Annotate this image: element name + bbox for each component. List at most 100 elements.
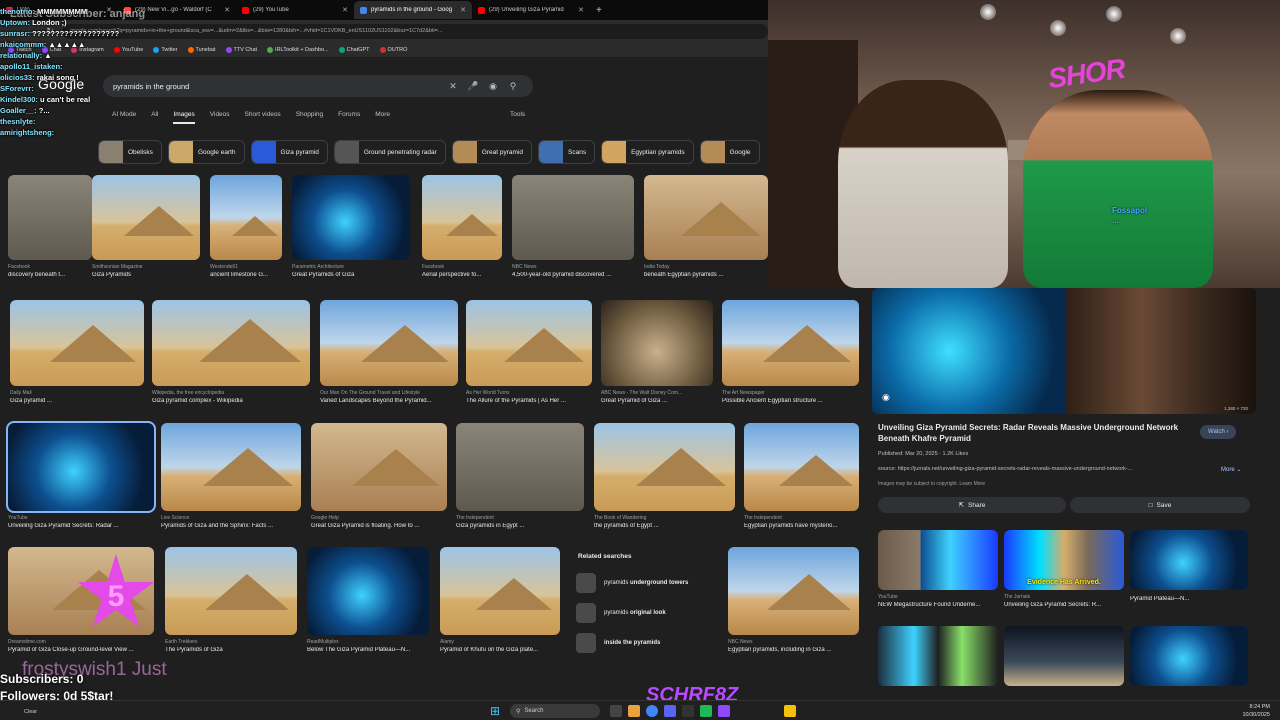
search-tab[interactable]: Short videos <box>245 111 281 124</box>
image-result[interactable]: Facebook Aerial perspective fo... <box>422 175 502 278</box>
image-result[interactable]: NBC News 4,500-year-old pyramid discovere… <box>512 175 634 278</box>
image-result[interactable]: ABC News - The Walt Disney Com... Great P… <box>601 300 713 404</box>
search-tab[interactable]: Forums <box>338 111 360 124</box>
result-image[interactable] <box>456 423 584 511</box>
image-result[interactable]: Daily Mail Giza pyramid ... <box>10 300 144 404</box>
image-result[interactable]: Google Help Great Giza Pyramid is floatin… <box>311 423 447 529</box>
close-tab-icon[interactable]: ✕ <box>224 6 230 14</box>
lens-icon[interactable]: ◉ <box>882 392 890 403</box>
image-result[interactable]: Wikipedia, the free encyclopedia Giza pyr… <box>152 300 310 404</box>
taskbar-search[interactable]: ⚲ Search <box>510 704 600 718</box>
microphone-icon[interactable]: 🎤 <box>463 81 483 92</box>
clear-button[interactable]: Clear <box>24 709 37 715</box>
result-image[interactable] <box>512 175 634 260</box>
result-image[interactable] <box>466 300 592 386</box>
image-result[interactable]: The Independent Giza pyramids in Egypt ..… <box>456 423 584 529</box>
preview-image[interactable]: ◉ <box>872 288 1256 414</box>
obs-icon[interactable] <box>682 705 694 717</box>
result-image[interactable] <box>6 421 156 513</box>
result-image[interactable] <box>292 175 410 260</box>
search-tab[interactable]: All <box>151 111 158 124</box>
browser-tab[interactable]: pyramids in the ground - Goog ✕ <box>354 1 472 19</box>
related-result[interactable]: Evidence Has Arrived. The Jurnals Unveil… <box>1004 530 1124 608</box>
share-button[interactable]: ⇱ Share <box>878 497 1066 513</box>
refinement-chip[interactable]: Giza pyramid <box>250 140 328 164</box>
new-tab-icon[interactable]: + <box>590 5 608 16</box>
search-tab[interactable]: Shopping <box>296 111 323 124</box>
close-tab-icon[interactable]: ✕ <box>578 6 584 14</box>
search-box[interactable]: pyramids in the ground ✕ 🎤 ◉ ⚲ <box>103 75 533 97</box>
spotify-icon[interactable] <box>700 705 712 717</box>
image-result[interactable]: India Today beneath Egyptian pyramids ... <box>644 175 768 278</box>
search-input[interactable]: pyramids in the ground <box>113 82 443 91</box>
twitch-icon[interactable] <box>718 705 730 717</box>
image-result[interactable]: Alamy Pyramid of Khufu on the Giza plate.… <box>440 547 560 653</box>
url-field[interactable]: google.com/search?q=pyramids+in+the+grou… <box>62 23 768 39</box>
camera-lens-icon[interactable]: ◉ <box>483 81 503 92</box>
file-explorer-icon[interactable] <box>628 705 640 717</box>
chrome-icon[interactable] <box>646 705 658 717</box>
result-image[interactable] <box>165 547 297 635</box>
result-image[interactable] <box>307 547 429 635</box>
close-tab-icon[interactable]: ✕ <box>460 6 466 14</box>
image-result[interactable]: Our Man On The Ground Travel and Lifesty… <box>320 300 458 404</box>
discord-icon[interactable] <box>664 705 676 717</box>
image-result[interactable]: Parametric Architecture Great Pyramids of… <box>292 175 410 278</box>
search-tab[interactable]: Images <box>173 111 195 124</box>
search-tab[interactable]: More <box>375 111 390 124</box>
refinement-chip[interactable]: Ground penetrating radar <box>333 140 446 164</box>
image-result[interactable]: As Her World Turns The Allure of the Pyra… <box>466 300 592 404</box>
browser-tab[interactable]: (29) YouTube ✕ <box>236 1 354 19</box>
result-image[interactable] <box>152 300 310 386</box>
bookmark-item[interactable]: TTV Chat <box>225 46 257 53</box>
bookmark-item[interactable]: Twitter <box>153 46 178 53</box>
image-result[interactable]: Smithsonian Magazine Giza Pyramids <box>92 175 200 278</box>
result-image[interactable] <box>92 175 200 260</box>
watch-button[interactable]: Watch › <box>1200 425 1237 439</box>
result-image[interactable] <box>422 175 502 260</box>
task-view-icon[interactable] <box>610 705 622 717</box>
preview-title[interactable]: Unveiling Giza Pyramid Secrets: Radar Re… <box>878 423 1198 444</box>
result-image[interactable] <box>8 175 92 260</box>
result-image[interactable] <box>594 423 735 511</box>
image-result[interactable]: YouTube Unveiling Giza Pyramid Secrets: R… <box>6 421 156 529</box>
image-result[interactable]: Facebook discovery beneath t... <box>8 175 92 278</box>
result-image[interactable] <box>440 547 560 635</box>
image-result[interactable]: The Book of Wandering the pyramids of Egy… <box>594 423 735 529</box>
image-result[interactable]: The Art Newspaper Possible Ancient Egypti… <box>722 300 859 404</box>
image-result[interactable]: Earth Trekkers The Pyramids of Giza <box>165 547 297 653</box>
result-image[interactable] <box>601 300 713 386</box>
system-clock[interactable]: 8:24 PM 10/30/2025 <box>1242 703 1270 719</box>
related-result[interactable] <box>878 626 998 686</box>
bookmark-item[interactable]: OUTRO <box>379 46 407 53</box>
result-image[interactable] <box>722 300 859 386</box>
related-search-item[interactable]: inside the pyramids <box>572 628 718 658</box>
bookmark-item[interactable]: IRLToolkit + Dashbo... <box>267 46 329 53</box>
result-image[interactable] <box>744 423 859 511</box>
result-image[interactable] <box>311 423 447 511</box>
refinement-chip[interactable]: Scans <box>538 140 596 164</box>
browser-tab[interactable]: (29) Unveiling Giza Pyramid ✕ <box>472 1 590 19</box>
related-search-item[interactable]: pyramids underground towers <box>572 568 718 598</box>
result-image[interactable] <box>161 423 301 511</box>
related-result[interactable] <box>1004 626 1124 686</box>
bookmark-item[interactable]: ChatGPT <box>338 46 370 53</box>
image-result[interactable]: The Independent Egyptian pyramids have my… <box>744 423 859 529</box>
tools-button[interactable]: Tools <box>510 111 525 118</box>
bookmark-item[interactable]: Tunebat <box>187 46 216 53</box>
windows-start-icon[interactable]: ⊞ <box>490 704 500 718</box>
preview-source-url[interactable]: source: https://jurnals.net/unveiling-gi… <box>878 466 1203 472</box>
result-image[interactable] <box>644 175 768 260</box>
result-image[interactable] <box>210 175 282 260</box>
result-image[interactable] <box>10 300 144 386</box>
related-result[interactable] <box>1130 626 1248 686</box>
image-result[interactable]: ReadMultiplex Below The Giza Pyramid Plat… <box>307 547 429 653</box>
search-icon[interactable]: ⚲ <box>503 81 523 92</box>
save-button[interactable]: □ Save <box>1070 497 1250 513</box>
refinement-chip[interactable]: Great pyramid <box>451 140 533 164</box>
clear-icon[interactable]: ✕ <box>443 81 463 92</box>
more-button[interactable]: More ⌄ <box>1221 466 1241 473</box>
folder-icon[interactable] <box>784 705 796 717</box>
related-search-item[interactable]: pyramids original look <box>572 598 718 628</box>
refinement-chip[interactable]: Egyptian pyramids <box>601 140 694 164</box>
